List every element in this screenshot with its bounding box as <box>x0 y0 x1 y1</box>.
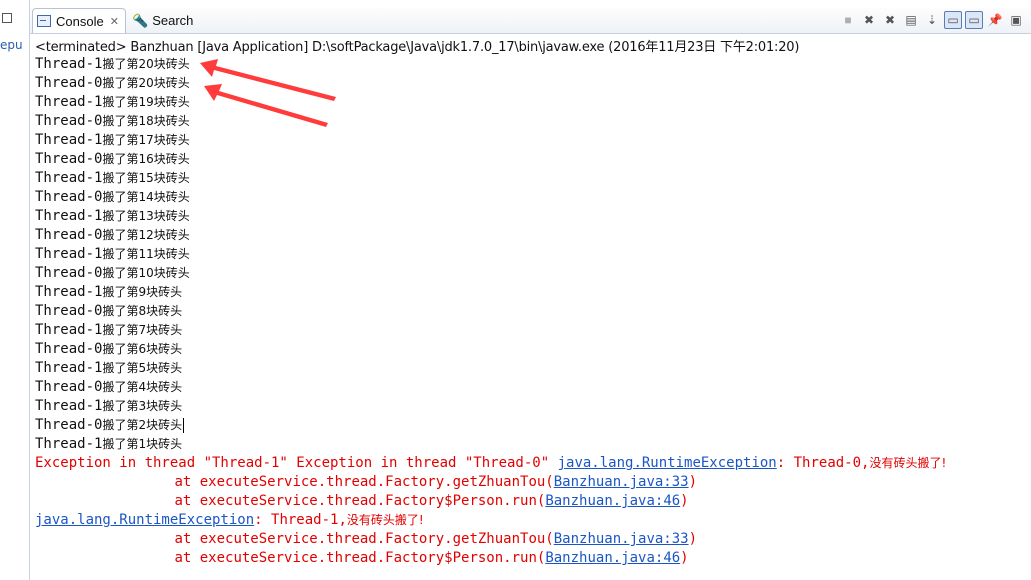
annotation-arrows <box>200 59 336 127</box>
